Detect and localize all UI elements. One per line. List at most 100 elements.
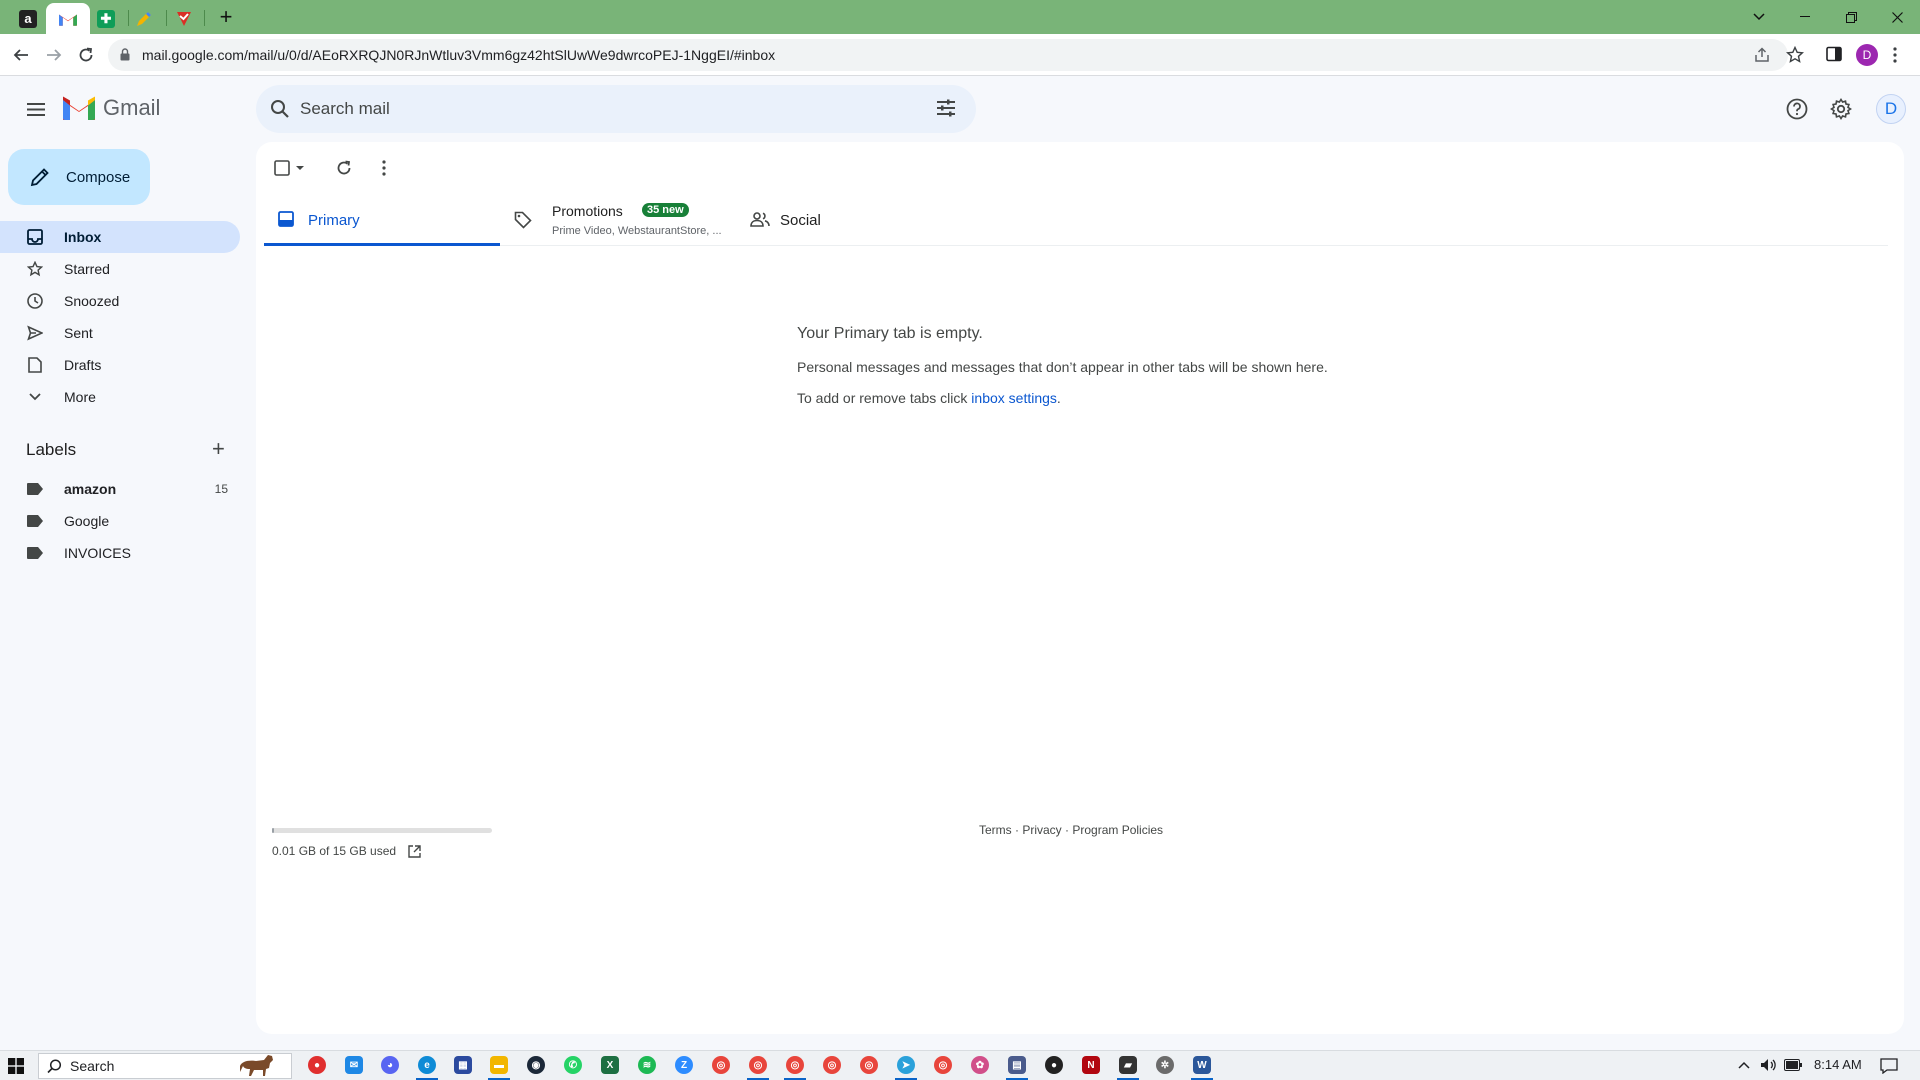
sidebar-item-drafts[interactable]: Drafts xyxy=(0,349,240,381)
taskbar-app-chrome-profile-icon[interactable]: ◎ xyxy=(860,1056,878,1074)
windows-start-icon[interactable] xyxy=(8,1058,24,1074)
sidebar-item-label: More xyxy=(64,389,96,405)
arrow-left-icon xyxy=(13,49,28,61)
taskbar-app-mail-icon[interactable]: ✉ xyxy=(345,1056,363,1074)
taskbar-app-chrome-profile-icon[interactable]: ◎ xyxy=(823,1056,841,1074)
create-label-button[interactable]: + xyxy=(212,438,225,460)
kebab-menu-icon[interactable] xyxy=(1893,47,1897,63)
taskbar-clock[interactable]: 8:14 AM xyxy=(1814,1057,1862,1072)
tab-primary[interactable]: Primary xyxy=(264,194,500,246)
open-in-new-icon[interactable] xyxy=(408,844,421,858)
taskbar-app-steam-icon[interactable]: ◉ xyxy=(527,1056,545,1074)
label-amazon[interactable]: amazon 15 xyxy=(0,473,240,505)
label-google[interactable]: Google xyxy=(0,505,240,537)
tab-search-button[interactable] xyxy=(1736,0,1782,34)
taskbar-app-chrome-profile-icon[interactable]: ◎ xyxy=(934,1056,952,1074)
search-icon xyxy=(47,1058,62,1073)
share-icon[interactable] xyxy=(1754,47,1770,63)
windows-taskbar: Search ● ✉ ◕ e ▦ ▬ ◉ ✆ X ≋ Z ◎ ◎ ◎ ◎ ◎ ➤… xyxy=(0,1050,1920,1080)
volume-icon[interactable] xyxy=(1760,1058,1778,1072)
minimize-icon xyxy=(1800,16,1810,17)
more-actions-button[interactable] xyxy=(372,156,396,180)
terms-link[interactable]: Terms xyxy=(979,823,1012,837)
taskbar-app-chrome-profile-icon[interactable]: ◎ xyxy=(786,1056,804,1074)
program-policies-link[interactable]: Program Policies xyxy=(1072,823,1163,837)
inbox-icon xyxy=(278,211,294,227)
search-options-icon[interactable] xyxy=(936,99,956,117)
reload-button[interactable] xyxy=(72,41,100,69)
forward-button[interactable] xyxy=(40,41,68,69)
taskbar-app-store-icon[interactable]: ▦ xyxy=(454,1056,472,1074)
browser-tab-pencil[interactable] xyxy=(124,3,164,34)
account-avatar[interactable]: D xyxy=(1876,94,1906,124)
search-icon[interactable] xyxy=(270,99,290,119)
sidebar-item-label: Starred xyxy=(64,261,110,277)
new-tab-button[interactable]: + xyxy=(214,6,238,30)
browser-tab-amazon[interactable]: a xyxy=(8,3,48,34)
support-button[interactable] xyxy=(1784,96,1810,122)
taskbar-app-file-explorer-icon[interactable]: ▬ xyxy=(490,1056,508,1074)
sidebar-item-more[interactable]: More xyxy=(0,381,240,413)
sidebar-item-label: Snoozed xyxy=(64,293,120,309)
taskbar-app-whatsapp-icon[interactable]: ✆ xyxy=(564,1056,582,1074)
battery-icon[interactable] xyxy=(1784,1059,1802,1071)
taskbar-app-netflix-icon[interactable]: N xyxy=(1082,1056,1100,1074)
sidebar-item-sent[interactable]: Sent xyxy=(0,317,240,349)
taskbar-app-sticky-icon[interactable]: ▰ xyxy=(1119,1056,1137,1074)
sidebar-item-starred[interactable]: Starred xyxy=(0,253,240,285)
taskbar-app-calculator-icon[interactable]: ▤ xyxy=(1008,1056,1026,1074)
sheets-favicon-icon: ✚ xyxy=(97,9,115,28)
browser-tab-sheets[interactable]: ✚ xyxy=(86,3,126,34)
notification-center-icon[interactable] xyxy=(1880,1058,1898,1074)
label-count: 15 xyxy=(214,482,228,496)
taskbar-app-telegram-icon[interactable]: ➤ xyxy=(897,1056,915,1074)
taskbar-app-word-icon[interactable]: W xyxy=(1193,1056,1211,1074)
taskbar-app-spotify-icon[interactable]: ≋ xyxy=(638,1056,656,1074)
taskbar-app-excel-icon[interactable]: X xyxy=(601,1056,619,1074)
inbox-settings-link[interactable]: inbox settings xyxy=(971,390,1057,406)
url-text: mail.google.com/mail/u/0/d/AEoRXRQJN0RJn… xyxy=(142,47,776,63)
side-panel-icon[interactable] xyxy=(1826,46,1842,62)
select-all-checkbox[interactable] xyxy=(272,156,308,180)
taskbar-app-record-icon[interactable]: ● xyxy=(308,1056,326,1074)
restore-button[interactable] xyxy=(1828,0,1874,34)
main-menu-button[interactable] xyxy=(20,93,52,125)
search-input[interactable]: Search mail xyxy=(300,99,390,119)
tab-promotions[interactable]: Promotions 35 new Prime Video, Webstaura… xyxy=(500,194,736,246)
amazon-favicon-icon: a xyxy=(19,9,37,28)
label-invoices[interactable]: INVOICES xyxy=(0,537,240,569)
taskbar-app-chrome-icon[interactable]: ◎ xyxy=(712,1056,730,1074)
back-button[interactable] xyxy=(7,41,35,69)
minimize-button[interactable] xyxy=(1782,0,1828,34)
taskbar-app-edge-icon[interactable]: e xyxy=(418,1056,436,1074)
gmail-logo[interactable]: Gmail xyxy=(63,95,160,121)
restore-icon xyxy=(1845,11,1857,23)
address-bar[interactable]: mail.google.com/mail/u/0/d/AEoRXRQJN0RJn… xyxy=(108,39,1788,71)
taskbar-app-discord-icon[interactable]: ◕ xyxy=(381,1056,399,1074)
browser-profile-avatar[interactable]: D xyxy=(1856,44,1878,66)
taskbar-app-obs-icon[interactable]: ● xyxy=(1045,1056,1063,1074)
sidebar-item-label: Drafts xyxy=(64,357,102,373)
browser-tab-gmail[interactable] xyxy=(46,3,90,34)
taskbar-app-settings-icon[interactable]: ✲ xyxy=(1156,1056,1174,1074)
compose-button[interactable]: Compose xyxy=(8,149,150,205)
taskbar-app-paint-icon[interactable]: ✿ xyxy=(971,1056,989,1074)
taskbar-app-chrome-profile-icon[interactable]: ◎ xyxy=(749,1056,767,1074)
bookmark-star-icon[interactable] xyxy=(1786,46,1804,64)
refresh-button[interactable] xyxy=(332,156,356,180)
taskbar-app-zoom-icon[interactable]: Z xyxy=(675,1056,693,1074)
search-bar[interactable]: Search mail xyxy=(256,85,976,133)
reload-icon xyxy=(79,47,93,62)
settings-button[interactable] xyxy=(1828,96,1854,122)
tray-chevron-up-icon[interactable] xyxy=(1738,1061,1750,1069)
help-icon xyxy=(1786,98,1808,120)
browser-tab-checkbox[interactable] xyxy=(164,3,204,34)
sidebar-item-snoozed[interactable]: Snoozed xyxy=(0,285,240,317)
tab-social[interactable]: Social xyxy=(736,194,972,246)
arrow-right-icon xyxy=(47,49,62,61)
hamburger-icon xyxy=(27,102,45,116)
people-icon xyxy=(750,212,770,227)
privacy-link[interactable]: Privacy xyxy=(1022,823,1061,837)
sidebar-item-inbox[interactable]: Inbox xyxy=(0,221,240,253)
close-window-button[interactable] xyxy=(1874,0,1920,34)
